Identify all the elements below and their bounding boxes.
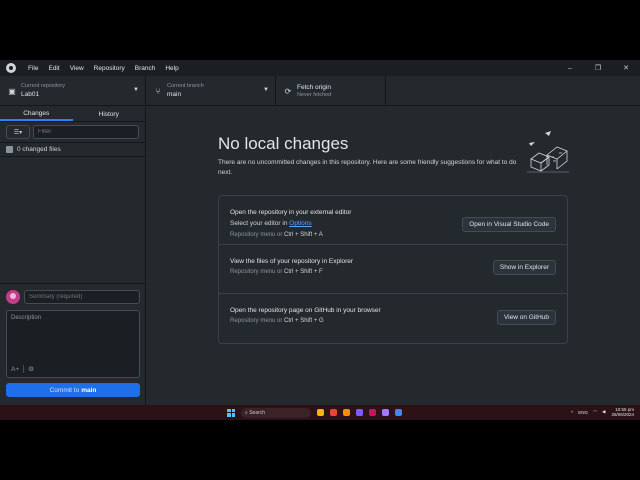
taskbar-app-icon[interactable] — [317, 409, 324, 416]
shortcut-keys: Ctrl + Shift + G — [284, 318, 324, 324]
taskbar-app-icon[interactable] — [330, 409, 337, 416]
current-repository-button[interactable]: ▣ Current repository Lab01 ▼ — [0, 76, 146, 106]
sidebar-tabs: Changes History — [0, 107, 145, 122]
menu-view[interactable]: View — [70, 65, 84, 72]
windows-start-icon[interactable] — [227, 408, 235, 417]
chevron-up-icon[interactable]: ^ — [571, 410, 573, 415]
suggestion-subtitle: Select your editor in Options — [230, 220, 312, 227]
language-indicator[interactable]: ENG — [578, 410, 588, 415]
shortcut-hint: Repository menu or Ctrl + Shift + A — [230, 232, 323, 238]
view-on-github-button[interactable]: View on GitHub — [496, 310, 556, 325]
commit-button[interactable]: Commit to main — [6, 383, 140, 397]
taskbar: ⌕ Search ^ ENG ◠ ◀ 10:55 pm 26/06/2024 — [0, 405, 640, 420]
taskbar-app-icon[interactable] — [369, 409, 376, 416]
shortcut-hint: Repository menu or Ctrl + Shift + F — [230, 269, 323, 275]
taskbar-search-label: Search — [249, 409, 266, 416]
shortcut-prefix: Repository menu or — [230, 269, 285, 275]
volume-icon[interactable]: ◀ — [602, 409, 605, 415]
current-branch-button[interactable]: ⑂ Current branch main ▼ — [146, 76, 276, 106]
clock-date: 26/06/2024 — [611, 412, 634, 417]
tab-changes[interactable]: Changes — [0, 107, 73, 121]
current-branch-value: main — [167, 91, 182, 98]
options-link[interactable]: Options — [289, 220, 311, 227]
filter-row: ☰▾ — [0, 122, 145, 143]
current-branch-label: Current branch — [167, 83, 204, 89]
filter-input[interactable] — [33, 125, 139, 139]
app-window: File Edit View Repository Branch Help – … — [0, 60, 640, 420]
menu-branch[interactable]: Branch — [135, 65, 156, 72]
system-tray: ^ ENG ◠ ◀ 10:55 pm 26/06/2024 — [566, 407, 634, 417]
wifi-icon[interactable]: ◠ — [593, 409, 597, 415]
suggestion-github: Open the repository page on GitHub in yo… — [219, 294, 567, 343]
taskbar-app-icon[interactable] — [382, 409, 389, 416]
github-logo-icon — [6, 63, 16, 73]
tab-history[interactable]: History — [73, 107, 146, 121]
shortcut-hint: Repository menu or Ctrl + Shift + G — [230, 318, 324, 324]
taskbar-app-icon[interactable] — [356, 409, 363, 416]
filter-options-button[interactable]: ☰▾ — [6, 125, 30, 139]
add-coauthor-icon[interactable]: A+ — [11, 366, 19, 373]
suggestion-subtitle-text: Select your editor in — [230, 220, 290, 227]
suggestion-title: Open the repository page on GitHub in yo… — [230, 307, 381, 314]
toolbar: ▣ Current repository Lab01 ▼ ⑂ Current b… — [0, 76, 640, 106]
suggestion-explorer: View the files of your repository in Exp… — [219, 245, 567, 294]
fetch-origin-button[interactable]: ⟳ Fetch origin Never fetched — [276, 76, 386, 106]
chevron-down-icon: ▼ — [133, 87, 139, 93]
menu-repository[interactable]: Repository — [94, 65, 125, 72]
maximize-icon[interactable]: ❐ — [584, 60, 612, 76]
gear-icon[interactable]: ⚙ — [28, 365, 34, 373]
suggestions-panel: Open the repository in your external edi… — [218, 195, 568, 344]
tool-divider — [23, 365, 25, 373]
menu-file[interactable]: File — [28, 65, 38, 72]
menu-bar: File Edit View Repository Branch Help – … — [0, 60, 640, 76]
sync-icon: ⟳ — [284, 86, 292, 96]
shortcut-keys: Ctrl + Shift + F — [284, 269, 323, 275]
suggestion-title: Open the repository in your external edi… — [230, 209, 352, 216]
filter-icon: ☰▾ — [13, 129, 23, 136]
no-changes-illustration-icon — [527, 131, 569, 173]
menu-help[interactable]: Help — [165, 65, 178, 72]
clock[interactable]: 10:55 pm 26/06/2024 — [611, 407, 634, 417]
commit-area: Description A+ ⚙ Commit to main — [0, 283, 146, 420]
repository-icon: ▣ — [8, 86, 16, 96]
commit-button-branch: main — [81, 386, 97, 394]
branch-icon: ⑂ — [155, 86, 161, 96]
suggestion-title: View the files of your repository in Exp… — [230, 258, 354, 265]
description-placeholder: Description — [11, 315, 42, 321]
taskbar-app-icon[interactable] — [395, 409, 402, 416]
select-all-checkbox[interactable] — [6, 146, 13, 153]
commit-button-label: Commit to — [49, 386, 80, 394]
taskbar-app-icon[interactable] — [343, 409, 350, 416]
suggestion-editor: Open the repository in your external edi… — [219, 196, 567, 245]
taskbar-search[interactable]: ⌕ Search — [241, 407, 311, 418]
shortcut-prefix: Repository menu or — [230, 318, 285, 324]
current-repository-value: Lab01 — [21, 91, 40, 98]
open-in-vscode-button[interactable]: Open in Visual Studio Code — [462, 217, 556, 232]
window-controls: – ❐ ✕ — [556, 60, 640, 76]
fetch-origin-status: Never fetched — [297, 92, 332, 98]
description-field[interactable]: Description A+ ⚙ — [6, 310, 140, 378]
fetch-origin-label: Fetch origin — [297, 84, 331, 91]
sidebar: Changes History ☰▾ 0 changed files Descr… — [0, 107, 146, 420]
shortcut-prefix: Repository menu or — [230, 232, 285, 238]
changed-files-count: 0 changed files — [17, 146, 61, 153]
minimize-icon[interactable]: – — [556, 60, 584, 76]
menu-edit[interactable]: Edit — [48, 65, 59, 72]
summary-input[interactable] — [24, 290, 140, 304]
close-icon[interactable]: ✕ — [612, 60, 640, 76]
shortcut-keys: Ctrl + Shift + A — [284, 232, 323, 238]
main-panel: No local changes There are no uncommitte… — [147, 107, 640, 420]
page-description: There are no uncommitted changes in this… — [218, 159, 517, 176]
avatar — [6, 290, 20, 304]
changed-files-row: 0 changed files — [0, 143, 145, 157]
chevron-down-icon: ▼ — [263, 87, 269, 93]
page-title: No local changes — [218, 134, 349, 153]
current-repository-label: Current repository — [21, 83, 66, 89]
show-in-explorer-button[interactable]: Show in Explorer — [492, 260, 556, 275]
